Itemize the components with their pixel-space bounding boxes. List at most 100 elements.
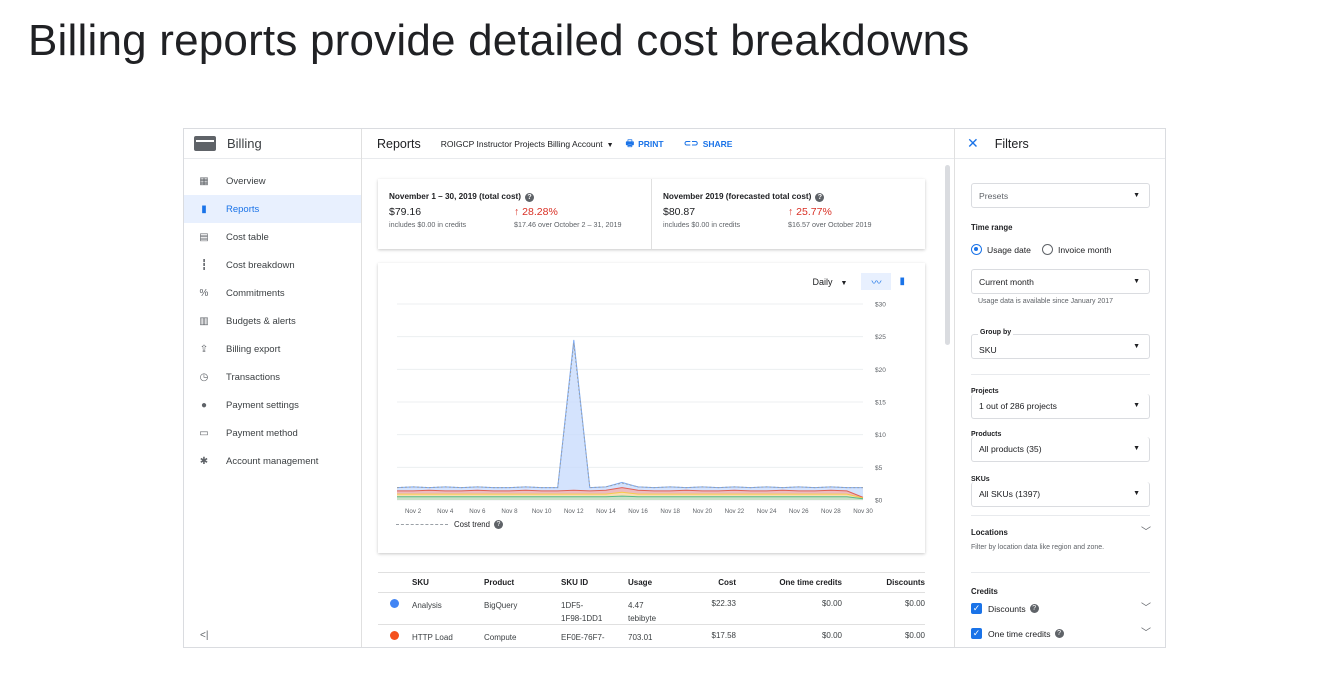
cell-sku-id: 1DF5- 1F98-1DD1 [561,601,603,623]
help-icon[interactable]: ? [1029,604,1039,613]
chevron-down-icon: ▼ [840,279,848,287]
cell-cost: $17.58 [711,631,736,640]
group-by-dropdown[interactable]: Group by SKU ▼ [971,329,1150,359]
cell-discounts: $0.00 [904,631,925,640]
reports-main: Reports ROIGCP Instructor Projects Billi… [362,129,954,647]
summary-heading: November 2019 (forecasted total cost)? [663,192,914,202]
presets-dropdown[interactable]: Presets ▼ [971,183,1150,208]
locations-note: Filter by location data like region and … [971,544,1105,551]
filters-title: Filters [994,136,1029,151]
table-row[interactable]: Analysis BigQuery 1DF5- 1F98-1DD1 4.47 tebi… [378,593,925,625]
close-icon[interactable]: ✕ [967,135,979,152]
compare-note: $17.46 over October 2 – 31, 2019 [514,220,622,229]
reports-topbar: Reports ROIGCP Instructor Projects Billi… [362,129,954,159]
credits-note: includes $0.00 in credits [389,220,467,229]
cost-trend-legend: Cost trend ? [396,520,503,529]
invoice-month-radio[interactable] [1041,244,1053,255]
sidebar-item-transactions[interactable]: ◷ Transactions [184,363,361,391]
discounts-label: Discounts [988,603,1026,614]
locations-label: Locations [971,528,1008,537]
chevron-down-icon: ▼ [1133,402,1140,409]
sidebar-item-commitments[interactable]: % Commitments [184,279,361,307]
projects-dropdown[interactable]: 1 out of 286 projects ▼ [971,394,1150,419]
sidebar-item-cost-breakdown[interactable]: ┇ Cost breakdown [184,251,361,279]
usage-date-radio[interactable] [971,244,982,255]
legend-label: Cost trend [454,520,490,529]
x-tick-label: Nov 12 [564,508,584,515]
bar-chart-toggle[interactable]: ▮ [899,276,905,287]
cell-one-time-credits: $0.00 [821,631,842,640]
sidebar-item-budgets-alerts[interactable]: ▥ Budgets & alerts [184,307,361,335]
sidebar-item-cost-table[interactable]: ▤ Cost table [184,223,361,251]
invoice-month-label: Invoice month [1057,244,1112,255]
summary-heading-text: November 1 – 30, 2019 (total cost) [389,192,521,201]
current-cost-summary: November 1 – 30, 2019 (total cost)? $79.… [378,179,651,249]
billing-console: Billing ▦ Overview ▮ Reports ▤ Cost table ┇ Cos… [183,128,1166,648]
y-tick-label: $20 [875,367,886,374]
line-chart-icon: 〰 [871,278,882,289]
discounts-checkbox[interactable]: ✓ [971,603,982,614]
chevron-down-icon[interactable]: ﹀ [1141,599,1151,614]
col-usage[interactable]: Usage [628,578,680,587]
skus-dropdown[interactable]: All SKUs (1397) ▼ [971,482,1150,507]
collapse-sidebar-icon[interactable]: <| [200,630,208,641]
granularity-label: Daily [812,276,833,287]
cost-change-percent: ↑ 28.28% [514,206,558,218]
cell-sku-id: EF0E-76F7- 44D4 [561,633,605,647]
table-row[interactable]: HTTP Load Balancing Compute Engine EF0E-76… [378,625,925,647]
col-cost[interactable]: Cost [680,578,736,587]
chevron-down-icon[interactable]: ﹀ [1141,624,1151,639]
group-by-label: Group by [978,329,1014,336]
skus-value: All SKUs (1397) [979,489,1041,499]
chevron-down-icon[interactable]: ﹀ [1141,523,1151,538]
sidebar-item-payment-settings[interactable]: ● Payment settings [184,391,361,419]
y-tick-label: $5 [875,465,883,472]
x-tick-label: Nov 6 [469,508,486,515]
col-sku-id[interactable]: SKU ID [561,578,628,587]
cost-chart-card: $30 $25 $20 $15 $10 $5 $0 Nov 2 Nov 4 Nov 6 Nov 8 N… [378,263,925,553]
granularity-dropdown[interactable]: Daily ▼ [813,277,848,287]
sidebar-item-reports[interactable]: ▮ Reports [184,195,361,223]
billing-account-selector[interactable]: ROIGCP Instructor Projects Billing Accou… [441,139,614,149]
billing-icon [194,136,216,151]
chart-controls: Daily ▼ 〰 ▮ [813,273,905,290]
sidebar-header: Billing [184,129,361,159]
help-icon[interactable]: ? [493,520,503,529]
time-range-label: Time range [971,223,1013,232]
col-sku[interactable]: SKU [412,578,484,587]
usage-availability-note: Usage data is available since January 20… [978,298,1114,305]
budget-icon: ▥ [199,315,209,327]
cost-trend-line [396,343,863,489]
help-icon[interactable]: ? [815,193,825,202]
sidebar-item-billing-export[interactable]: ⇪ Billing export [184,335,361,363]
products-dropdown[interactable]: All products (35) ▼ [971,437,1150,462]
sidebar-item-overview[interactable]: ▦ Overview [184,167,361,195]
col-one-time-credits[interactable]: One time credits [736,578,842,587]
discounts-checkbox-row: ✓ Discounts ? [971,603,1039,614]
filters-header: ✕ Filters [955,129,1165,159]
col-product[interactable]: Product [484,578,561,587]
x-tick-label: Nov 26 [789,508,809,515]
cell-usage: 703.01 hour [628,633,653,647]
cost-chart: $30 $25 $20 $15 $10 $5 $0 Nov 2 Nov 4 Nov 6 Nov 8 N… [396,302,886,515]
bar-chart-icon: ▮ [899,276,905,287]
sidebar-item-label: Account management [226,455,319,467]
series-color-dot [390,599,399,608]
chevron-down-icon: ▼ [1133,343,1140,350]
scrollbar[interactable] [945,165,950,345]
sidebar-item-label: Billing export [226,343,281,355]
print-button[interactable]: 🖶 PRINT [626,136,664,152]
x-tick-label: Nov 14 [596,508,616,515]
sidebar-item-payment-method[interactable]: ▭ Payment method [184,419,361,447]
link-icon: ⊂⊃ [683,138,699,148]
help-icon[interactable]: ? [524,193,534,202]
one-time-credits-checkbox[interactable]: ✓ [971,628,982,639]
sidebar-item-account-management[interactable]: ✱ Account management [184,447,361,475]
area-series-1 [397,339,863,500]
line-chart-toggle[interactable]: 〰 [861,273,892,290]
share-button[interactable]: ⊂⊃ SHARE [684,138,733,149]
help-icon[interactable]: ? [1054,629,1064,638]
date-range-dropdown[interactable]: Current month ▼ [971,269,1150,294]
col-discounts[interactable]: Discounts [842,578,925,587]
cost-summary-card: November 1 – 30, 2019 (total cost)? $79.… [378,179,925,249]
